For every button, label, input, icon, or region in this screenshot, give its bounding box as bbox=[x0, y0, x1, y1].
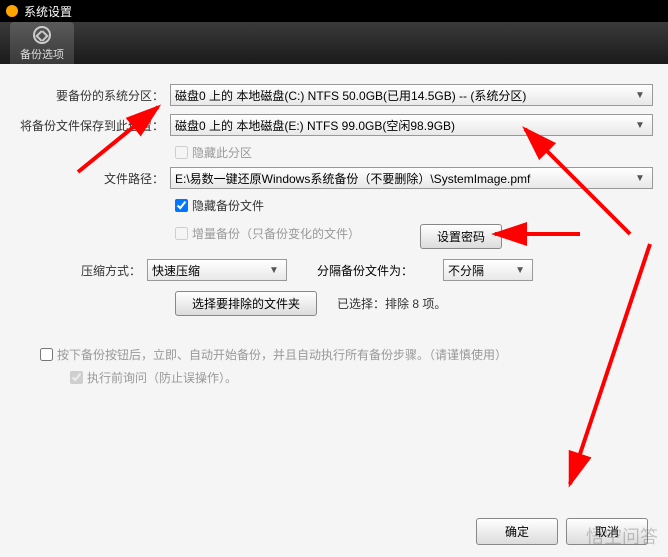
incremental-label: 增量备份（只备份变化的文件） bbox=[192, 225, 360, 242]
compress-label: 压缩方式： bbox=[15, 262, 147, 279]
path-value: E:\易数一键还原Windows系统备份（不要删除）\SystemImage.p… bbox=[175, 170, 632, 187]
split-combo[interactable]: 不分隔 ▼ bbox=[443, 259, 533, 281]
incremental-checkbox bbox=[175, 227, 188, 240]
compress-value: 快速压缩 bbox=[152, 262, 266, 279]
split-label: 分隔备份文件为： bbox=[317, 262, 413, 279]
save-location-combo[interactable]: 磁盘0 上的 本地磁盘(E:) NTFS 99.0GB(空闲98.9GB) ▼ bbox=[170, 114, 653, 136]
ask-before-checkbox bbox=[70, 371, 83, 384]
ok-button[interactable]: 确定 bbox=[476, 518, 558, 545]
dialog-buttons: 确定 取消 bbox=[476, 518, 648, 545]
incremental-row: 增量备份（只备份变化的文件） bbox=[175, 225, 360, 242]
partition-value: 磁盘0 上的 本地磁盘(C:) NTFS 50.0GB(已用14.5GB) --… bbox=[175, 87, 632, 104]
partition-combo[interactable]: 磁盘0 上的 本地磁盘(C:) NTFS 50.0GB(已用14.5GB) --… bbox=[170, 84, 653, 106]
auto-backup-checkbox[interactable] bbox=[40, 348, 53, 361]
auto-backup-row[interactable]: 按下备份按钮后，立即、自动开始备份，并且自动执行所有备份步骤。（请谨慎使用） bbox=[40, 346, 653, 363]
chevron-down-icon: ▼ bbox=[632, 90, 648, 101]
path-label: 文件路径： bbox=[15, 170, 170, 187]
chevron-down-icon: ▼ bbox=[512, 265, 528, 276]
hide-backup-file-label[interactable]: 隐藏备份文件 bbox=[192, 197, 264, 214]
titlebar: 系统设置 bbox=[0, 0, 668, 22]
main-panel: 要备份的系统分区： 磁盘0 上的 本地磁盘(C:) NTFS 50.0GB(已用… bbox=[0, 64, 668, 557]
hide-backup-file-row[interactable]: 隐藏备份文件 bbox=[175, 197, 653, 214]
window-title: 系统设置 bbox=[24, 3, 72, 20]
tab-bar: 备份选项 bbox=[0, 22, 668, 64]
auto-backup-label[interactable]: 按下备份按钮后，立即、自动开始备份，并且自动执行所有备份步骤。（请谨慎使用） bbox=[57, 346, 507, 363]
hide-backup-file-checkbox[interactable] bbox=[175, 199, 188, 212]
chevron-down-icon: ▼ bbox=[266, 265, 282, 276]
hide-partition-checkbox bbox=[175, 146, 188, 159]
tab-backup-options[interactable]: 备份选项 bbox=[10, 22, 74, 64]
hide-partition-row: 隐藏此分区 bbox=[175, 144, 653, 161]
hide-partition-label: 隐藏此分区 bbox=[192, 144, 252, 161]
cancel-button[interactable]: 取消 bbox=[566, 518, 648, 545]
ask-before-row: 执行前询问（防止误操作）。 bbox=[70, 369, 653, 386]
partition-label: 要备份的系统分区： bbox=[15, 87, 170, 104]
save-location-label: 将备份文件保存到此位置： bbox=[15, 117, 170, 134]
save-location-value: 磁盘0 上的 本地磁盘(E:) NTFS 99.0GB(空闲98.9GB) bbox=[175, 117, 632, 134]
exclude-folders-button[interactable]: 选择要排除的文件夹 bbox=[175, 291, 317, 316]
compress-combo[interactable]: 快速压缩 ▼ bbox=[147, 259, 287, 281]
ask-before-label: 执行前询问（防止误操作）。 bbox=[87, 369, 237, 386]
chevron-down-icon: ▼ bbox=[632, 173, 648, 184]
tab-label: 备份选项 bbox=[20, 46, 64, 62]
excluded-count: 已选择：排除 8 项。 bbox=[337, 295, 446, 312]
path-combo[interactable]: E:\易数一键还原Windows系统备份（不要删除）\SystemImage.p… bbox=[170, 167, 653, 189]
chevron-down-icon: ▼ bbox=[632, 120, 648, 131]
split-value: 不分隔 bbox=[448, 262, 512, 279]
set-password-button[interactable]: 设置密码 bbox=[420, 224, 502, 249]
app-icon bbox=[6, 5, 18, 17]
backup-icon bbox=[33, 26, 51, 44]
